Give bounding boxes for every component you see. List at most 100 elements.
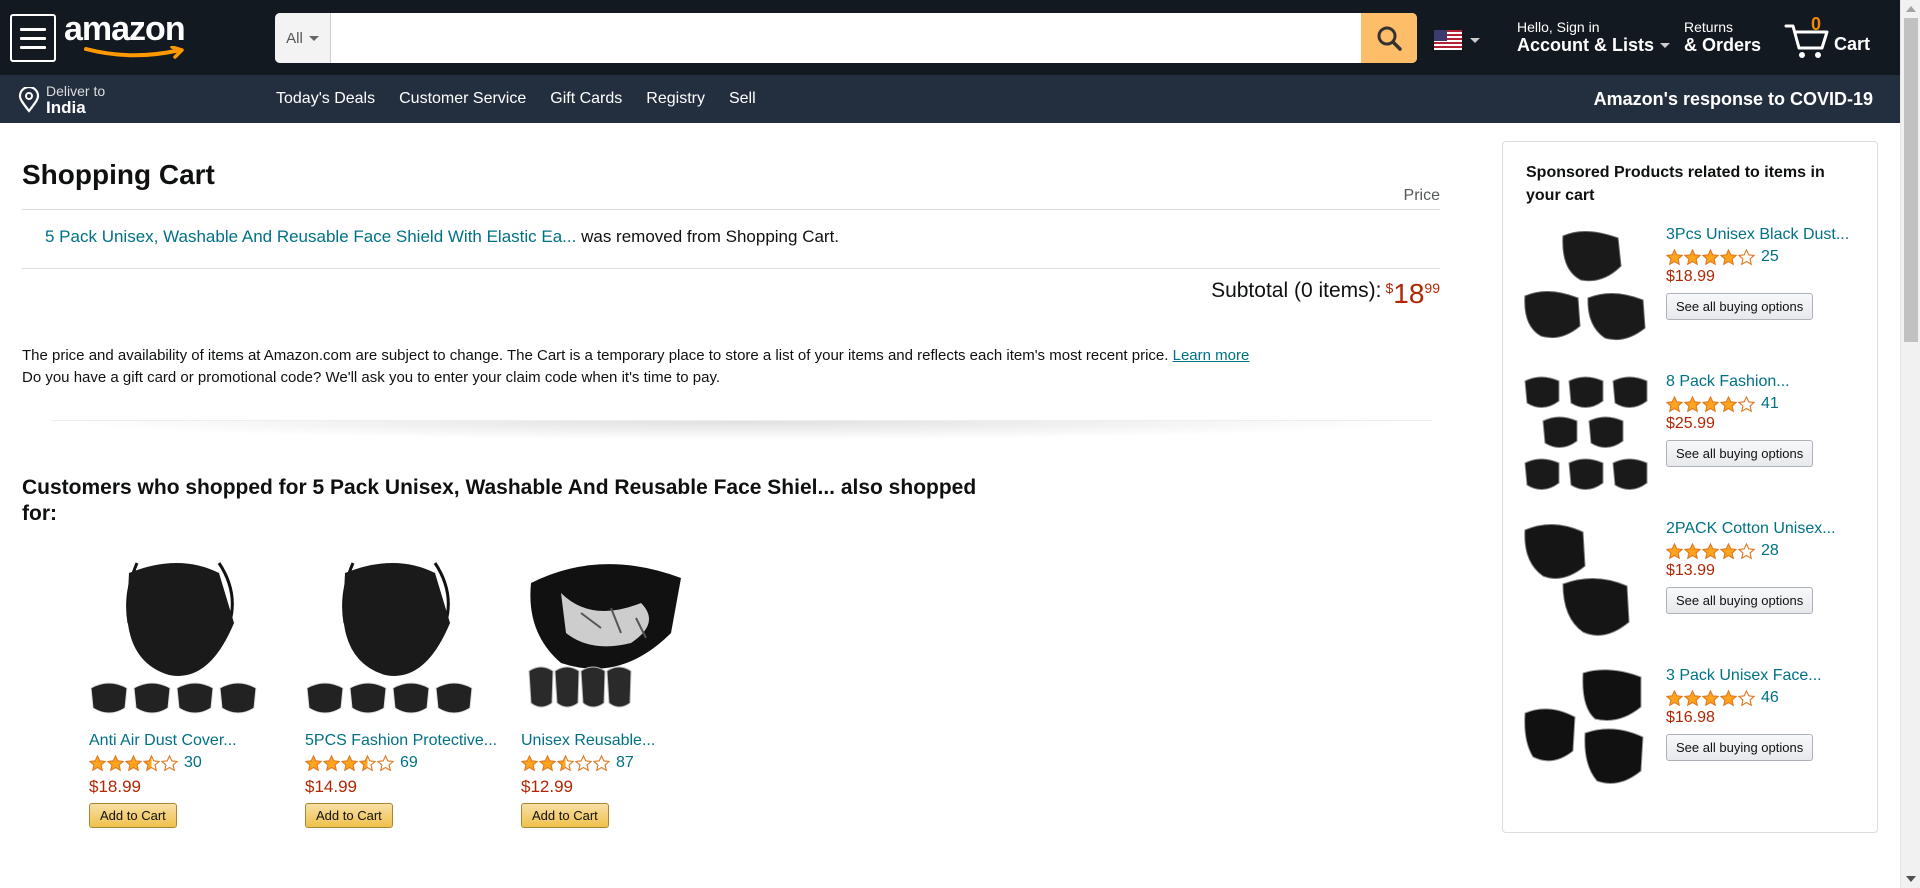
amazon-logo[interactable]: amazon xyxy=(64,10,190,60)
see-all-buying-options-button[interactable]: See all buying options xyxy=(1666,440,1814,467)
star-rating[interactable] xyxy=(305,754,394,772)
product-price: $16.98 xyxy=(1666,709,1715,726)
product-image[interactable] xyxy=(1523,520,1653,650)
star-full-icon xyxy=(1702,248,1719,265)
covid-response-link[interactable]: Amazon's response to COVID-19 xyxy=(1594,89,1873,110)
product-price: $14.99 xyxy=(305,777,357,796)
search-category-select[interactable]: All xyxy=(275,13,331,63)
product-card: Anti Air Dust Cover... 30 $18.99 Add to … xyxy=(89,553,305,828)
subtotal-label: Subtotal (0 items): xyxy=(1211,279,1382,302)
product-card: 5PCS Fashion Protective... 69 $14.99 Add… xyxy=(305,553,521,828)
rating-row: 28 xyxy=(1666,542,1861,560)
product-title-link[interactable]: 2PACK Cotton Unisex... xyxy=(1666,520,1861,538)
scroll-down-arrow-icon[interactable] xyxy=(1906,876,1916,882)
star-full-icon xyxy=(1666,689,1683,706)
review-count[interactable]: 25 xyxy=(1761,248,1779,266)
product-title-link[interactable]: 8 Pack Fashion... xyxy=(1666,373,1861,391)
scrollbar-thumb[interactable] xyxy=(1904,18,1918,342)
star-half-icon xyxy=(557,754,574,771)
deliver-to-label: Deliver to xyxy=(46,83,106,99)
review-count[interactable]: 46 xyxy=(1761,689,1779,707)
cart-link[interactable]: 0 Cart xyxy=(1784,14,1884,62)
nav-link-sell[interactable]: Sell xyxy=(729,90,756,108)
deliver-to-location[interactable]: Deliver to India xyxy=(18,83,105,117)
star-full-icon xyxy=(341,754,358,771)
price-column-header: Price xyxy=(1403,187,1440,204)
account-lists-link[interactable]: Hello, Sign in Account & Lists xyxy=(1517,19,1671,55)
star-full-icon xyxy=(539,754,556,771)
star-rating[interactable] xyxy=(521,754,610,772)
product-title-link[interactable]: 3 Pack Unisex Face... xyxy=(1666,667,1861,685)
star-empty-icon xyxy=(377,754,394,771)
product-title-link[interactable]: 3Pcs Unisex Black Dust... xyxy=(1666,226,1861,244)
rating-row: 87 xyxy=(521,754,737,772)
removed-item-link[interactable]: 5 Pack Unisex, Washable And Reusable Fac… xyxy=(45,227,576,246)
returns-orders-link[interactable]: Returns & Orders xyxy=(1684,19,1761,55)
sub-nav-links: Today's Deals Customer Service Gift Card… xyxy=(276,75,756,123)
sub-nav: Deliver to India Today's Deals Customer … xyxy=(0,75,1900,123)
learn-more-link[interactable]: Learn more xyxy=(1173,347,1250,364)
product-card: Unisex Reusable... 87 $12.99 Add to Cart xyxy=(521,553,737,828)
star-full-icon xyxy=(305,754,322,771)
menu-icon[interactable] xyxy=(10,14,56,62)
star-rating[interactable] xyxy=(1666,395,1755,413)
product-image[interactable] xyxy=(521,553,691,718)
account-greeting: Hello, Sign in xyxy=(1517,19,1600,35)
star-empty-icon xyxy=(161,754,178,771)
currency-symbol: $ xyxy=(1385,280,1394,296)
page-scrollbar[interactable] xyxy=(1900,0,1920,888)
see-all-buying-options-button[interactable]: See all buying options xyxy=(1666,587,1814,614)
nav-link-customer-service[interactable]: Customer Service xyxy=(399,90,526,108)
nav-link-gift-cards[interactable]: Gift Cards xyxy=(550,90,622,108)
star-full-icon xyxy=(1720,395,1737,412)
sponsored-product: 3Pcs Unisex Black Dust... 25 $18.99 See … xyxy=(1523,226,1863,366)
review-count[interactable]: 30 xyxy=(184,754,202,772)
rating-row: 46 xyxy=(1666,689,1861,707)
star-full-icon xyxy=(1666,395,1683,412)
cart-disclaimer: The price and availability of items at A… xyxy=(22,345,1440,389)
review-count[interactable]: 69 xyxy=(400,754,418,772)
star-empty-icon xyxy=(1738,689,1755,706)
nav-link-todays-deals[interactable]: Today's Deals xyxy=(276,90,375,108)
product-image[interactable] xyxy=(1523,667,1653,797)
star-rating[interactable] xyxy=(89,754,178,772)
product-title-link[interactable]: Anti Air Dust Cover... xyxy=(89,732,289,750)
add-to-cart-button[interactable]: Add to Cart xyxy=(89,803,177,828)
search-button[interactable] xyxy=(1361,13,1417,63)
sponsored-product: 8 Pack Fashion... 41 $25.99 See all buyi… xyxy=(1523,373,1863,513)
star-rating[interactable] xyxy=(1666,248,1755,266)
product-title-link[interactable]: Unisex Reusable... xyxy=(521,732,721,750)
product-image[interactable] xyxy=(89,553,259,718)
language-selector[interactable] xyxy=(1434,30,1480,50)
product-image[interactable] xyxy=(1523,226,1653,356)
star-full-icon xyxy=(1684,689,1701,706)
product-price: $25.99 xyxy=(1666,415,1715,432)
review-count[interactable]: 41 xyxy=(1761,395,1779,413)
rating-row: 25 xyxy=(1666,248,1861,266)
product-title-link[interactable]: 5PCS Fashion Protective... xyxy=(305,732,505,750)
product-image[interactable] xyxy=(1523,373,1653,503)
add-to-cart-button[interactable]: Add to Cart xyxy=(521,803,609,828)
product-price: $12.99 xyxy=(521,777,573,796)
product-image[interactable] xyxy=(305,553,475,718)
scroll-up-arrow-icon[interactable] xyxy=(1906,6,1916,12)
divider xyxy=(22,268,1440,269)
subtotal-whole: 18 xyxy=(1393,278,1425,309)
star-full-icon xyxy=(1702,395,1719,412)
star-rating[interactable] xyxy=(1666,689,1755,707)
nav-link-registry[interactable]: Registry xyxy=(646,90,705,108)
see-all-buying-options-button[interactable]: See all buying options xyxy=(1666,293,1814,320)
star-full-icon xyxy=(107,754,124,771)
divider xyxy=(22,209,1440,210)
returns-label: Returns xyxy=(1684,19,1734,35)
sponsored-product: 3 Pack Unisex Face... 46 $16.98 See all … xyxy=(1523,667,1863,807)
star-rating[interactable] xyxy=(1666,542,1755,560)
star-empty-icon xyxy=(575,754,592,771)
star-full-icon xyxy=(89,754,106,771)
review-count[interactable]: 87 xyxy=(616,754,634,772)
add-to-cart-button[interactable]: Add to Cart xyxy=(305,803,393,828)
star-full-icon xyxy=(1684,248,1701,265)
review-count[interactable]: 28 xyxy=(1761,542,1779,560)
search-input[interactable] xyxy=(331,13,1361,63)
see-all-buying-options-button[interactable]: See all buying options xyxy=(1666,734,1814,761)
